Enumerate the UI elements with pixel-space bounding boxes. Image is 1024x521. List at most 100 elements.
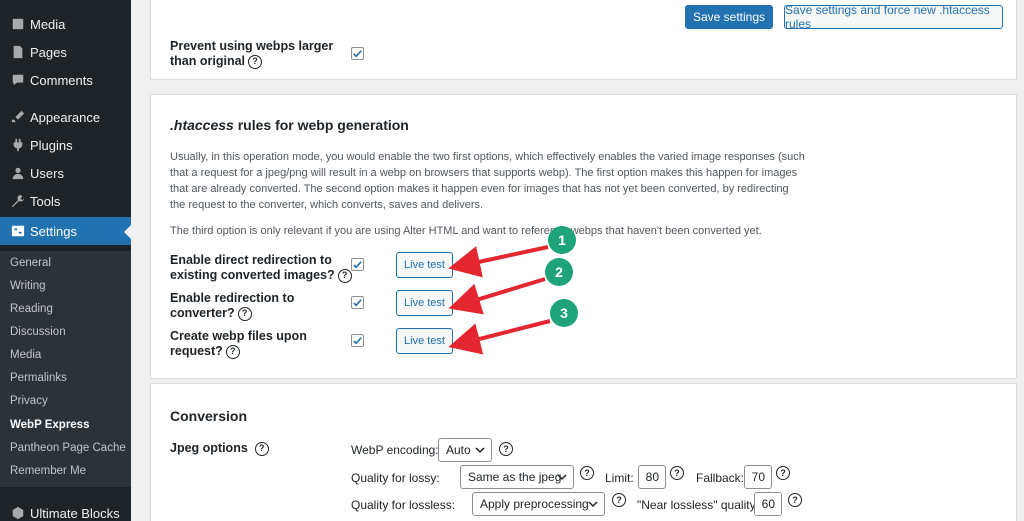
menu-item-pages[interactable]: Pages — [0, 38, 131, 66]
limit-input[interactable]: 80 — [638, 465, 666, 489]
menu-label: Pages — [30, 44, 67, 60]
quality-lossy-label: Quality for lossy: — [351, 471, 440, 485]
menu-item-media[interactable]: Media — [0, 10, 131, 38]
submenu-item-privacy[interactable]: Privacy — [10, 392, 48, 410]
blocks-icon — [0, 506, 30, 520]
appearance-icon — [0, 110, 30, 124]
help-icon[interactable]: ? — [788, 493, 802, 507]
redirect-converter-label: Enable redirection to converter?? — [170, 291, 294, 321]
fallback-input[interactable]: 70 — [744, 465, 772, 489]
submenu-item-remember-me[interactable]: Remember Me — [10, 462, 86, 480]
quality-lossless-select[interactable]: Apply preprocessing — [472, 492, 605, 516]
menu-item-plugins[interactable]: Plugins — [0, 131, 131, 159]
plugins-icon — [0, 138, 30, 152]
conversion-section-title: Conversion — [170, 408, 248, 424]
menu-item-users[interactable]: Users — [0, 159, 131, 187]
prevent-card: Save settings Save settings and force ne… — [150, 0, 1017, 80]
media-icon — [0, 17, 30, 31]
select-value: Auto — [446, 443, 471, 457]
redirect-converter-checkbox[interactable] — [351, 296, 364, 309]
select-value: Apply preprocessing — [480, 497, 589, 511]
description-line: the request to the converter, which conv… — [170, 199, 484, 211]
label-line: converter? — [170, 306, 235, 320]
menu-label: Appearance — [30, 109, 101, 125]
quality-lossy-select[interactable]: Same as the jpeg — [460, 465, 574, 489]
menu-item-appearance[interactable]: Appearance — [0, 103, 131, 131]
label-line: request? — [170, 344, 223, 358]
label-line: Jpeg options — [170, 441, 248, 455]
htaccess-third-option-note: The third option is only relevant if you… — [170, 225, 762, 237]
webp-encoding-label: WebP encoding: — [351, 443, 439, 457]
chevron-down-icon — [588, 501, 598, 508]
chevron-down-icon — [475, 447, 485, 454]
checkmark-icon — [353, 50, 362, 58]
description-line: that are already converted. The second o… — [170, 183, 789, 195]
menu-item-ultimate-blocks[interactable]: Ultimate Blocks — [0, 499, 131, 521]
limit-label: Limit: — [605, 471, 634, 485]
users-icon — [0, 166, 30, 180]
main-content: Save settings Save settings and force ne… — [131, 0, 1024, 521]
direct-redirection-label: Enable direct redirection to existing co… — [170, 253, 352, 283]
help-icon[interactable]: ? — [254, 441, 269, 456]
create-webp-on-request-checkbox[interactable] — [351, 334, 364, 347]
pages-icon — [0, 45, 30, 59]
submenu-item-writing[interactable]: Writing — [10, 277, 46, 295]
menu-label: Comments — [30, 72, 93, 88]
live-test-button-3[interactable]: Live test — [396, 328, 453, 354]
help-icon[interactable]: ? — [499, 442, 513, 456]
help-icon[interactable]: ? — [337, 268, 352, 283]
menu-item-tools[interactable]: Tools — [0, 187, 131, 215]
live-test-button-2[interactable]: Live test — [396, 290, 453, 316]
menu-label: Users — [30, 165, 64, 181]
help-icon[interactable]: ? — [248, 54, 262, 69]
htaccess-description: Usually, in this operation mode, you wou… — [170, 149, 810, 213]
chevron-down-icon — [557, 474, 567, 481]
save-force-htaccess-button[interactable]: Save settings and force new .htaccess ru… — [784, 3, 1003, 31]
help-icon[interactable]: ? — [670, 466, 684, 480]
submenu-item-webp-express[interactable]: WebP Express — [10, 416, 89, 434]
live-test-button-1[interactable]: Live test — [396, 252, 453, 278]
submenu-item-media[interactable]: Media — [10, 346, 41, 364]
submenu-item-permalinks[interactable]: Permalinks — [10, 369, 67, 387]
current-menu-arrow — [124, 225, 131, 239]
menu-label: Plugins — [30, 137, 73, 153]
save-button[interactable]: Save settings — [685, 5, 773, 29]
settings-icon — [0, 224, 30, 238]
submenu-item-pantheon-page-cache[interactable]: Pantheon Page Cache — [10, 439, 126, 457]
htaccess-section-title: .htaccess rules for webp generation — [170, 117, 409, 133]
prevent-larger-checkbox[interactable] — [351, 47, 364, 60]
label-line: existing converted images? — [170, 268, 335, 282]
comments-icon — [0, 73, 30, 87]
title-emphasis: .htaccess — [170, 117, 234, 133]
submenu-item-reading[interactable]: Reading — [10, 300, 53, 318]
conversion-card: Conversion Jpeg options? WebP encoding: … — [150, 383, 1017, 521]
direct-redirection-checkbox[interactable] — [351, 258, 364, 271]
description-line: that a request for a jpeg/png will resul… — [170, 167, 798, 179]
tools-icon — [0, 194, 30, 208]
help-icon[interactable]: ? — [580, 466, 594, 480]
label-line: Enable direct redirection to — [170, 253, 332, 267]
submenu-item-discussion[interactable]: Discussion — [10, 323, 66, 341]
menu-item-settings[interactable]: Settings — [0, 217, 131, 245]
select-value: Same as the jpeg — [468, 470, 562, 484]
menu-label: Tools — [30, 193, 61, 209]
help-icon[interactable]: ? — [612, 493, 626, 507]
checkmark-icon — [353, 299, 362, 307]
near-lossless-label: "Near lossless" quality: — [637, 498, 759, 512]
submenu-item-general[interactable]: General — [10, 254, 51, 272]
fallback-label: Fallback: — [696, 471, 745, 485]
help-icon[interactable]: ? — [237, 306, 252, 321]
label-line: Prevent using webps larger — [170, 39, 334, 53]
label-line: Create webp files upon — [170, 329, 307, 343]
help-icon[interactable]: ? — [225, 344, 240, 359]
help-icon[interactable]: ? — [776, 466, 790, 480]
create-webp-on-request-label: Create webp files upon request?? — [170, 329, 307, 359]
near-lossless-input[interactable]: 60 — [754, 492, 782, 516]
menu-label: Ultimate Blocks — [30, 505, 120, 521]
menu-item-comments[interactable]: Comments — [0, 66, 131, 94]
settings-submenu: General Writing Reading Discussion Media… — [0, 251, 131, 487]
webp-encoding-select[interactable]: Auto — [438, 438, 492, 462]
checkmark-icon — [353, 337, 362, 345]
prevent-larger-label: Prevent using webps larger than original… — [170, 39, 333, 69]
label-line: Enable redirection to — [170, 291, 295, 305]
